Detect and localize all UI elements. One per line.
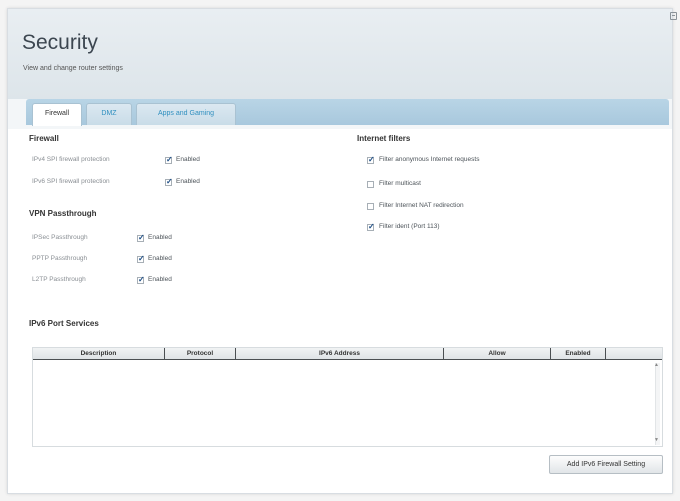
column-protocol[interactable]: Protocol xyxy=(165,348,236,360)
filter-anonymous-label: Filter anonymous Internet requests xyxy=(379,156,480,163)
internet-filters-title: Internet filters xyxy=(357,134,411,143)
pptp-checkbox[interactable] xyxy=(137,254,145,263)
filter-ident-label: Filter ident (Port 113) xyxy=(379,223,440,230)
l2tp-label: L2TP Passthrough xyxy=(32,276,86,283)
ipv6-spi-checkbox[interactable] xyxy=(165,177,173,186)
pptp-label: PPTP Passthrough xyxy=(32,255,88,262)
tab-dmz[interactable]: DMZ xyxy=(86,103,132,125)
scroll-down-arrow-icon[interactable]: ▼ xyxy=(654,437,659,443)
column-allow[interactable]: Allow xyxy=(444,348,551,360)
page-subtitle: View and change router settings xyxy=(23,65,123,72)
column-enabled[interactable]: Enabled xyxy=(551,348,606,360)
tab-firewall[interactable]: Firewall xyxy=(32,103,82,126)
tab-bar: Firewall DMZ Apps and Gaming xyxy=(8,99,672,129)
add-ipv6-firewall-setting-button[interactable]: Add IPv6 Firewall Setting xyxy=(549,455,663,474)
column-blank xyxy=(606,348,664,360)
filter-multicast-label: Filter multicast xyxy=(379,180,421,187)
filter-anonymous-checkbox[interactable] xyxy=(367,155,375,164)
vpn-section-title: VPN Passthrough xyxy=(29,209,97,218)
filter-nat-redirection-checkbox[interactable] xyxy=(367,203,374,210)
table-scrollbar[interactable] xyxy=(655,363,660,445)
window-restore-icon[interactable] xyxy=(670,12,677,20)
ipv6-spi-label: IPv6 SPI firewall protection xyxy=(32,178,110,185)
filter-multicast-checkbox[interactable] xyxy=(367,181,374,188)
ipv6-port-services-title: IPv6 Port Services xyxy=(29,319,99,328)
ipsec-enabled-text: Enabled xyxy=(148,234,172,241)
firewall-section-title: Firewall xyxy=(29,134,59,143)
ipv6-spi-enabled-text: Enabled xyxy=(176,178,200,185)
pptp-enabled-text: Enabled xyxy=(148,255,172,262)
filter-ident-checkbox[interactable] xyxy=(367,222,375,231)
ipv6-port-services-table: Description Protocol IPv6 Address Allow … xyxy=(32,347,663,447)
scroll-up-arrow-icon[interactable]: ▲ xyxy=(654,362,659,368)
column-description[interactable]: Description xyxy=(33,348,165,360)
filter-nat-redirection-label: Filter Internet NAT redirection xyxy=(379,202,464,209)
page-title: Security xyxy=(22,31,98,54)
l2tp-enabled-text: Enabled xyxy=(148,276,172,283)
security-window: Security View and change router settings… xyxy=(7,8,673,494)
column-ipv6-address[interactable]: IPv6 Address xyxy=(236,348,444,360)
ipsec-checkbox[interactable] xyxy=(137,233,145,242)
ipsec-label: IPSec Passthrough xyxy=(32,234,88,241)
table-header: Description Protocol IPv6 Address Allow … xyxy=(33,348,662,360)
l2tp-checkbox[interactable] xyxy=(137,275,145,284)
tab-apps-and-gaming[interactable]: Apps and Gaming xyxy=(136,103,236,125)
ipv4-spi-enabled-text: Enabled xyxy=(176,156,200,163)
ipv4-spi-checkbox[interactable] xyxy=(165,155,173,164)
page-header: Security View and change router settings xyxy=(8,9,672,99)
ipv4-spi-label: IPv4 SPI firewall protection xyxy=(32,156,110,163)
